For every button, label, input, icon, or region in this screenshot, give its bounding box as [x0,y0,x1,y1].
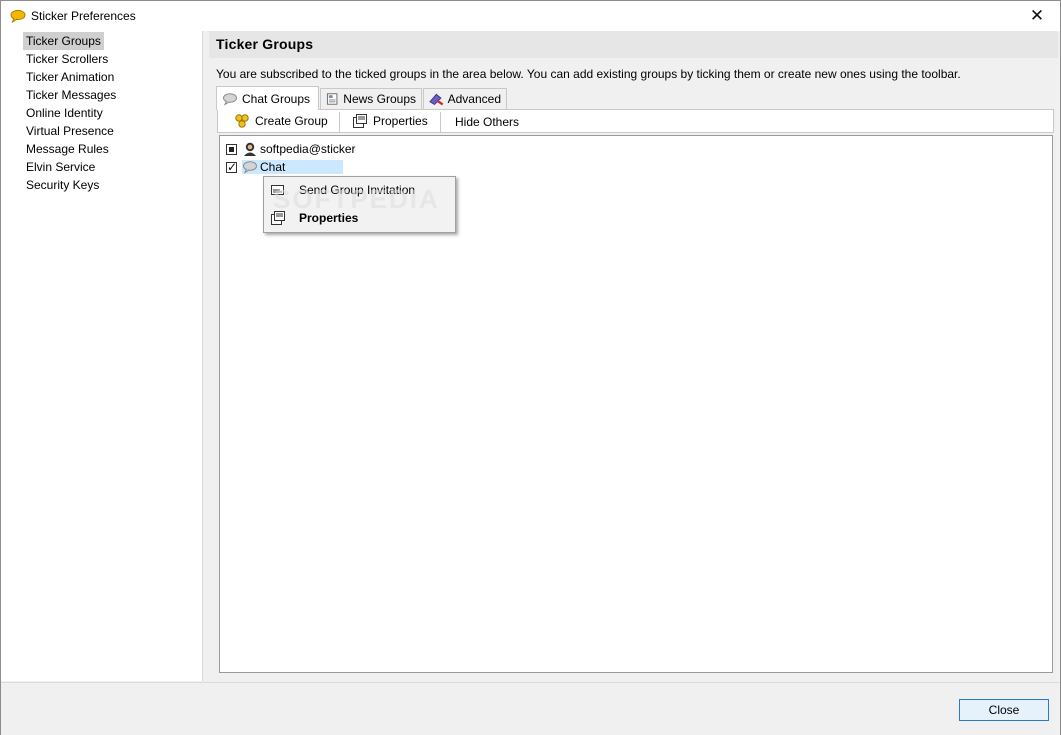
chat-bubble-icon [243,161,257,174]
sidebar-item-ticker-messages[interactable]: Ticker Messages [23,86,119,104]
close-icon: ✕ [1029,6,1045,25]
sidebar-item-message-rules[interactable]: Message Rules [23,140,112,158]
sidebar-item-ticker-animation[interactable]: Ticker Animation [23,68,117,86]
advanced-icon [429,93,444,106]
properties-label: Properties [373,114,428,128]
sidebar-item-elvin-service[interactable]: Elvin Service [23,158,98,176]
create-group-button[interactable]: Create Group [234,110,328,132]
sidebar-item-ticker-groups[interactable]: Ticker Groups [23,32,104,50]
menu-item-label: Properties [299,211,359,225]
group-checkbox[interactable] [226,159,237,175]
toolbar-separator [339,112,340,132]
speech-bubble-icon [10,9,26,23]
create-group-label: Create Group [255,114,328,128]
menu-item-label: Send Group Invitation [299,183,416,197]
menu-item-properties[interactable]: Properties [264,206,455,230]
tab-news-groups[interactable]: News Groups [320,88,422,109]
sidebar-item-online-identity[interactable]: Online Identity [23,104,106,122]
menu-item-send-group-invitation[interactable]: Send Group Invitation [264,178,455,202]
group-checkbox[interactable] [226,143,237,155]
sidebar-item-ticker-scrollers[interactable]: Ticker Scrollers [23,50,111,68]
properties-icon [353,114,367,128]
tab-label: Advanced [447,92,501,106]
list-item[interactable]: softpedia@sticker [226,140,358,158]
page-header: Ticker Groups [209,31,1058,58]
list-item[interactable]: Chat [226,158,344,176]
invitation-icon [271,185,284,195]
selected-group: Chat [242,160,344,174]
hide-others-button[interactable]: Hide Others [455,111,519,133]
properties-icon [271,211,285,225]
toolbar-separator [440,112,441,132]
sidebar-item-virtual-presence[interactable]: Virtual Presence [23,122,117,140]
properties-button[interactable]: Properties [352,110,428,132]
create-group-icon [235,114,249,128]
hide-others-label: Hide Others [455,115,520,129]
title-bar: Sticker Preferences ✕ [1,1,1060,31]
close-button[interactable]: Close [959,699,1049,721]
sidebar: Ticker Groups Ticker Scrollers Ticker An… [1,31,203,681]
group-name: Chat [258,160,344,174]
main-panel: Ticker Groups You are subscribed to the … [203,31,1060,681]
tab-advanced[interactable]: Advanced [423,88,507,109]
chat-bubble-icon [223,92,237,106]
newspaper-icon [326,93,338,105]
tab-label: News Groups [343,92,416,106]
user-icon [244,142,256,156]
tab-label: Chat Groups [242,91,311,106]
tab-chat-groups[interactable]: Chat Groups [216,86,319,110]
page-description: You are subscribed to the ticked groups … [216,67,961,81]
group-name: softpedia@sticker [260,142,356,156]
context-menu: Send Group Invitation Properties [263,176,456,233]
window-title: Sticker Preferences [31,9,136,23]
dialog-footer: Close [1,682,1060,735]
window-close-button[interactable]: ✕ [1014,1,1060,31]
page-title: Ticker Groups [216,36,314,52]
groups-toolbar: Create Group Properties Hide Others [217,109,1054,133]
preferences-window: Sticker Preferences ✕ Ticker Groups Tick… [0,0,1061,735]
sidebar-item-security-keys[interactable]: Security Keys [23,176,102,194]
